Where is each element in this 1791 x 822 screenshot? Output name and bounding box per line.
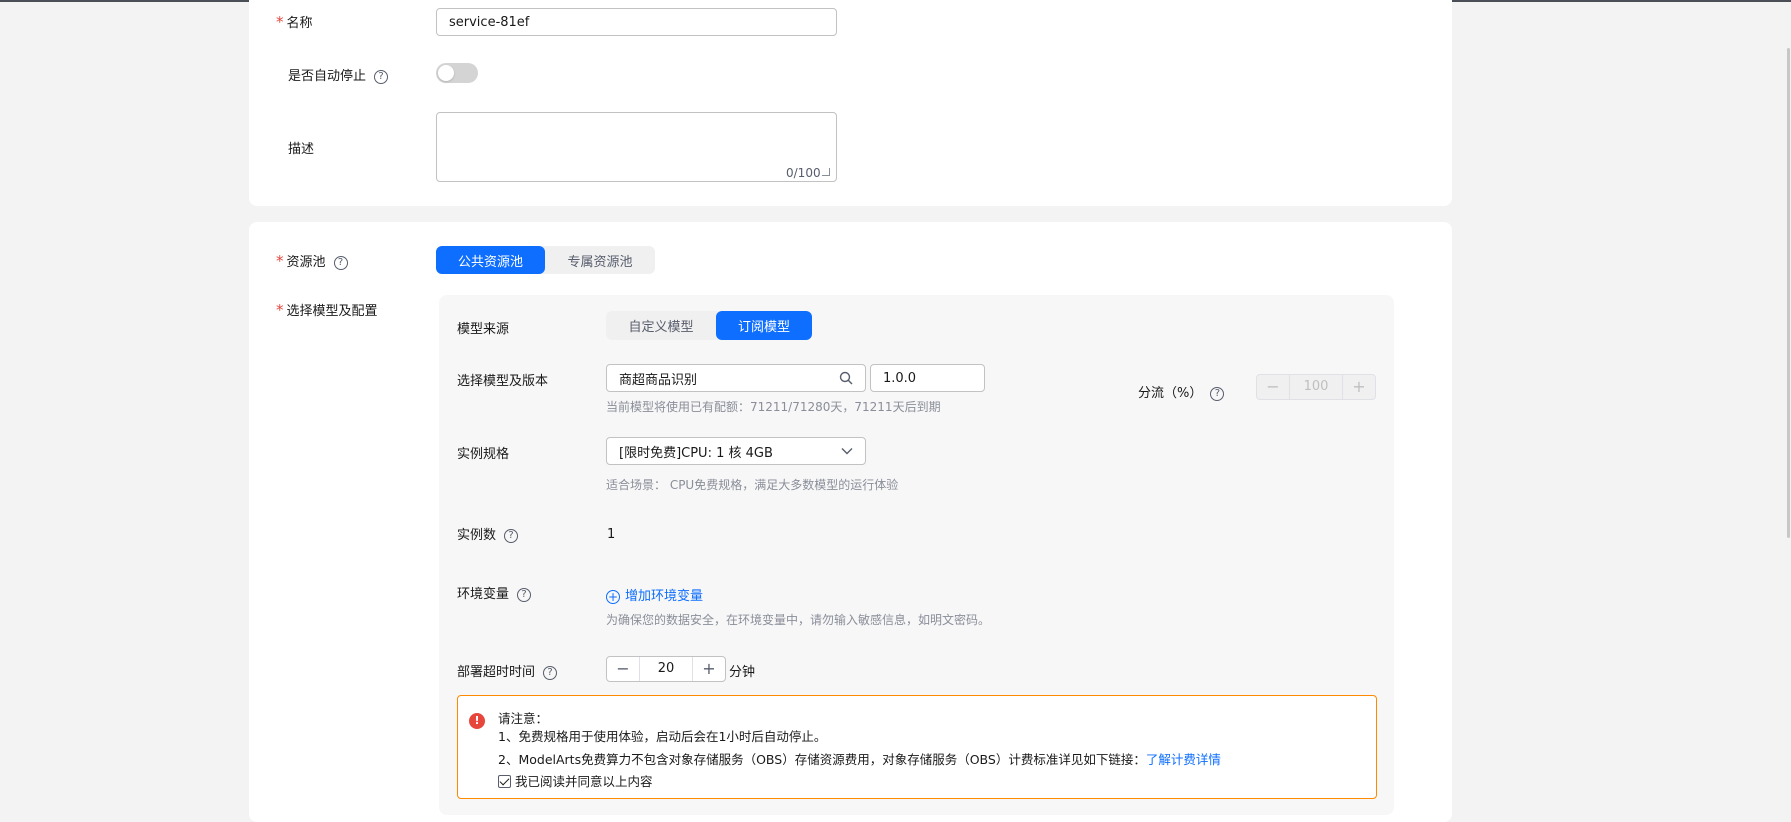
plus-icon[interactable]: +	[693, 657, 725, 681]
help-icon[interactable]: ?	[1210, 387, 1225, 401]
model-search-input[interactable]: 商超商品识别	[606, 364, 866, 392]
count-value: 1	[607, 527, 616, 542]
pool-segmented: 公共资源池 专属资源池	[436, 246, 655, 274]
required-mark: *	[276, 13, 284, 31]
minus-icon[interactable]: −	[1257, 375, 1289, 399]
traffic-label: 分流（%）?	[1138, 382, 1225, 401]
spec-hint: 适合场景： CPU免费规格，满足大多数模型的运行体验	[606, 478, 899, 492]
desc-label: 描述	[288, 142, 315, 157]
scrollbar[interactable]	[1787, 48, 1790, 538]
search-icon[interactable]	[839, 371, 853, 385]
required-mark: *	[276, 252, 284, 270]
timeout-unit: 分钟	[729, 665, 756, 680]
resize-handle-icon[interactable]	[822, 168, 830, 176]
notice-title: 请注意：	[498, 711, 549, 726]
help-icon[interactable]: ?	[374, 70, 389, 84]
source-option-custom[interactable]: 自定义模型	[606, 311, 716, 340]
count-label: 实例数?	[457, 524, 519, 543]
agree-checkbox[interactable]: 我已阅读并同意以上内容	[498, 771, 653, 790]
model-config-label: * 选择模型及配置	[276, 301, 378, 319]
notice-line-2: 2、ModelArts免费算力不包含对象存储服务（OBS）存储资源费用，对象存储…	[498, 752, 1221, 767]
error-icon: !	[469, 713, 485, 729]
help-icon[interactable]: ?	[543, 666, 558, 680]
help-icon[interactable]: ?	[504, 529, 519, 543]
help-icon[interactable]: ?	[517, 588, 532, 602]
plus-circle-icon: +	[606, 590, 620, 604]
spec-label: 实例规格	[457, 447, 510, 462]
add-env-button[interactable]: + 增加环境变量	[606, 585, 703, 604]
env-hint: 为确保您的数据安全，在环境变量中，请勿输入敏感信息，如明文密码。	[606, 613, 991, 627]
billing-details-link[interactable]: 了解计费详情	[1146, 752, 1221, 767]
basic-info-card	[249, 0, 1452, 206]
quota-hint: 当前模型将使用已有配额：71211/71280天，71211天后到期	[606, 400, 941, 414]
source-segmented: 自定义模型 订阅模型	[606, 311, 812, 340]
traffic-stepper[interactable]: − 100 +	[1256, 374, 1376, 400]
checkbox-checked-icon[interactable]	[498, 775, 511, 788]
pool-option-dedicated[interactable]: 专属资源池	[545, 246, 655, 274]
autostop-toggle[interactable]	[436, 63, 478, 83]
pool-label: * 资源池?	[276, 251, 348, 270]
name-input[interactable]: service-81ef	[436, 8, 837, 36]
autostop-label: 是否自动停止?	[288, 65, 389, 84]
env-label: 环境变量?	[457, 583, 532, 602]
timeout-stepper[interactable]: − 20 +	[606, 656, 726, 682]
desc-counter: 0/100	[786, 166, 821, 180]
help-icon[interactable]: ?	[333, 256, 348, 270]
chevron-down-icon	[841, 448, 853, 455]
notice-box: ! 请注意： 1、免费规格用于使用体验，启动后会在1小时后自动停止。 2、Mod…	[457, 695, 1377, 799]
spec-select[interactable]: [限时免费]CPU: 1 核 4GB	[606, 437, 866, 465]
plus-icon[interactable]: +	[1343, 375, 1375, 399]
required-mark: *	[276, 301, 284, 319]
pool-option-public[interactable]: 公共资源池	[436, 246, 545, 274]
name-label: * 名称	[276, 13, 313, 31]
minus-icon[interactable]: −	[607, 657, 639, 681]
timeout-label: 部署超时时间?	[457, 661, 558, 680]
notice-line-1: 1、免费规格用于使用体验，启动后会在1小时后自动停止。	[498, 729, 827, 744]
source-label: 模型来源	[457, 322, 510, 337]
version-select[interactable]: 1.0.0	[870, 364, 985, 392]
desc-textarea[interactable]	[436, 112, 837, 182]
model-select-label: 选择模型及版本	[457, 374, 549, 389]
source-option-subscribed[interactable]: 订阅模型	[716, 311, 812, 340]
